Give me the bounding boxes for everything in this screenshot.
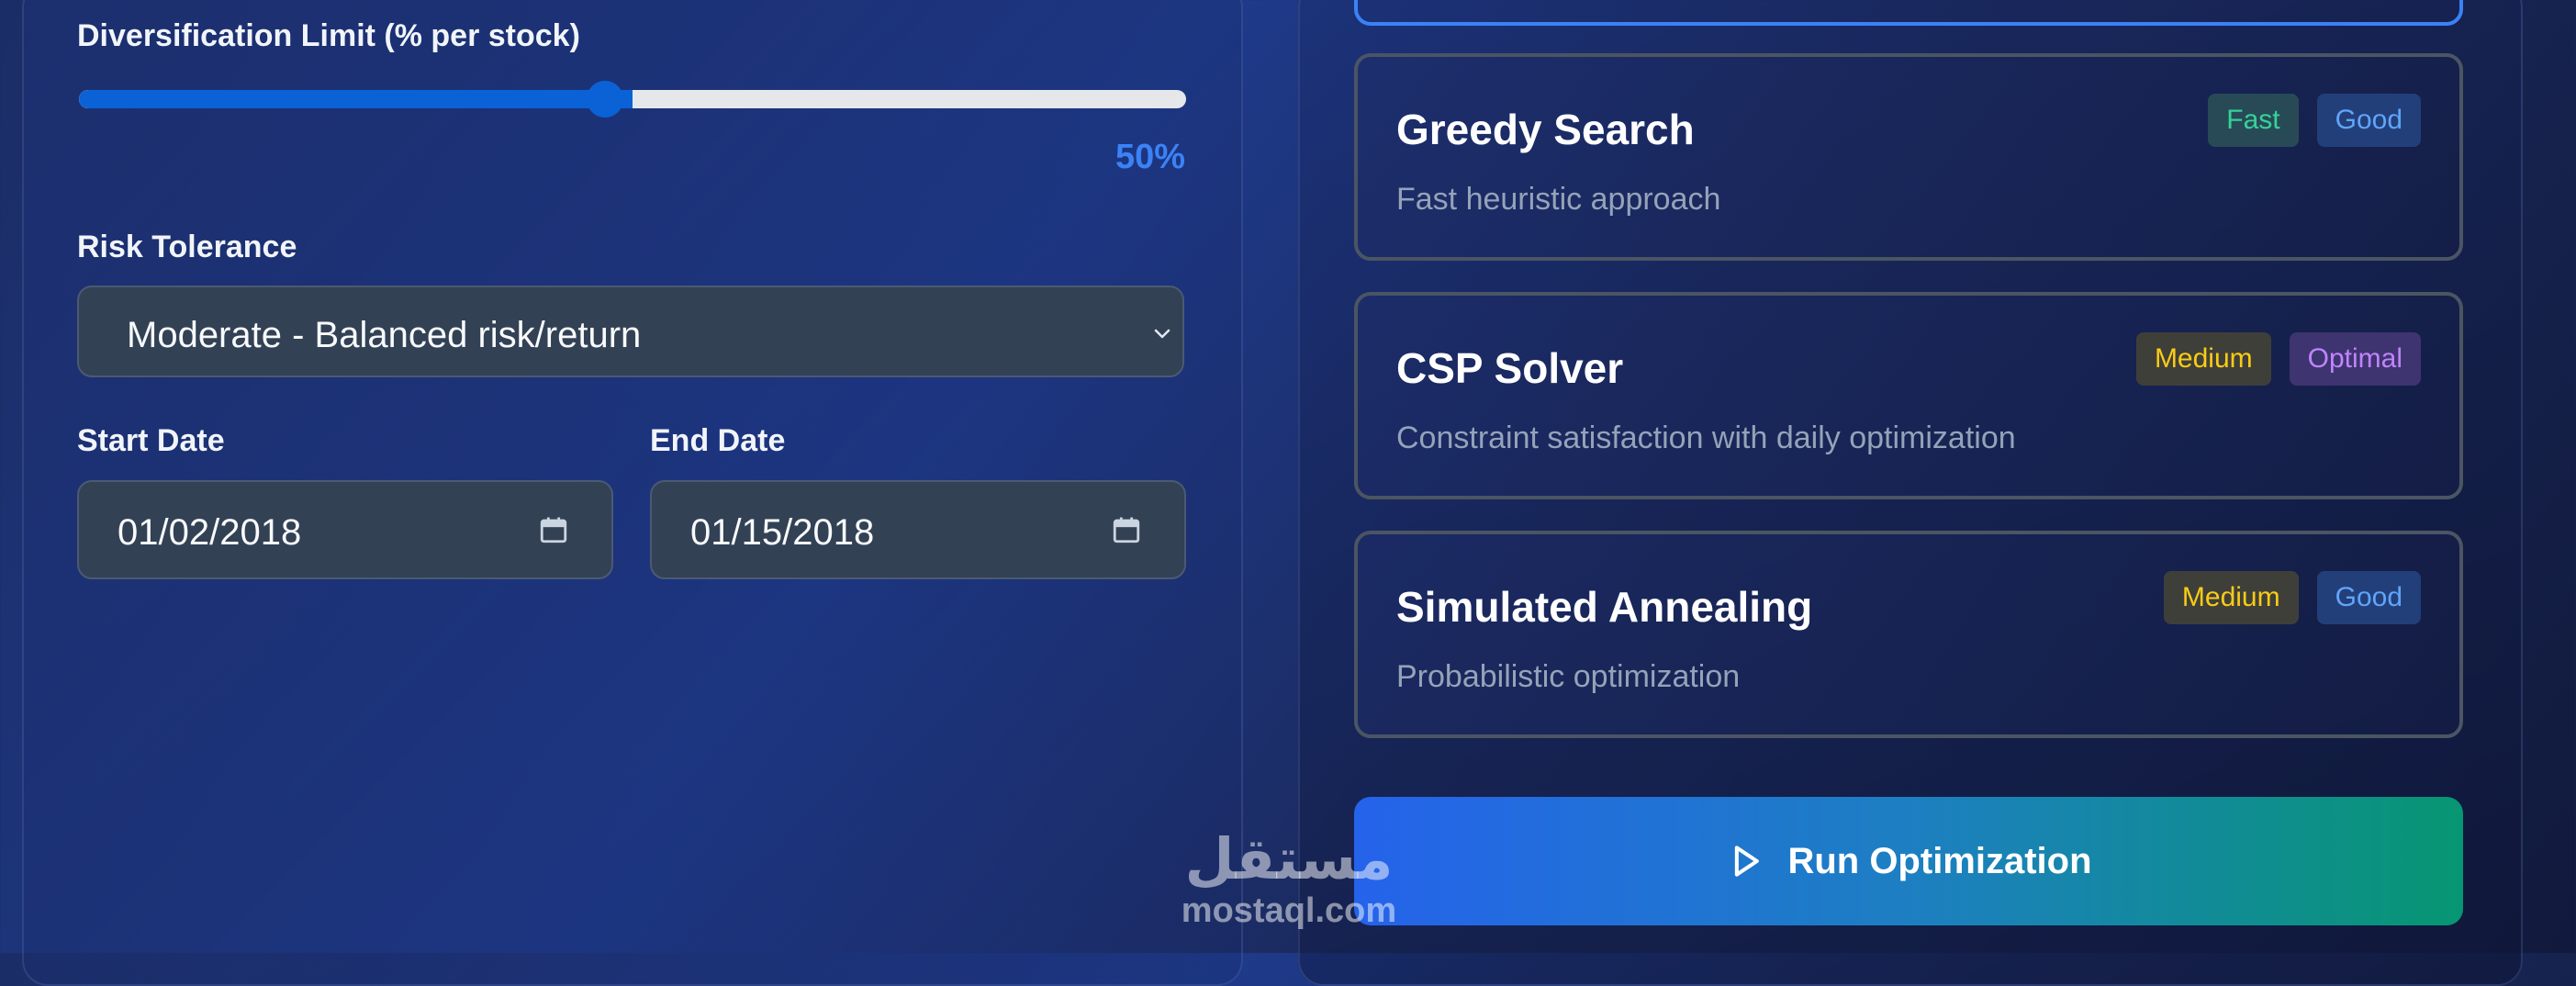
card-title: Simulated Annealing <box>1396 583 1813 631</box>
quality-badge: Optimal <box>2289 332 2421 386</box>
watermark-logo: مستقل mostaql.com <box>1162 826 1416 936</box>
end-date-label: End Date <box>650 423 786 458</box>
card-title: CSP Solver <box>1396 344 1624 392</box>
quality-badge: Good <box>2316 571 2421 624</box>
card-description: Fast heuristic approach <box>1396 182 1721 217</box>
start-date-label: Start Date <box>77 423 225 458</box>
selected-algorithm-card[interactable] <box>1354 0 2463 26</box>
algorithm-card-csp[interactable]: CSP Solver Constraint satisfaction with … <box>1354 292 2463 499</box>
slider-thumb[interactable] <box>587 81 623 118</box>
slider-fill <box>79 90 633 108</box>
watermark-latin: mostaql.com <box>1181 891 1397 930</box>
start-date-value: 01/02/2018 <box>118 512 302 553</box>
diversification-value: 50% <box>1114 138 1185 176</box>
risk-label: Risk Tolerance <box>77 230 297 264</box>
watermark-arabic: مستقل <box>1184 825 1394 892</box>
card-description: Probabilistic optimization <box>1396 659 1741 694</box>
algorithm-card-annealing[interactable]: Simulated Annealing Probabilistic optimi… <box>1354 531 2463 738</box>
diversification-slider[interactable] <box>79 90 1186 108</box>
end-date-value: 01/15/2018 <box>690 512 875 553</box>
speed-badge: Medium <box>2163 571 2299 624</box>
end-date-input[interactable]: 01/15/2018 <box>650 480 1186 579</box>
calendar-icon[interactable] <box>1111 513 1142 546</box>
speed-badge: Fast <box>2208 94 2299 147</box>
card-title: Greedy Search <box>1396 106 1695 153</box>
calendar-icon[interactable] <box>538 513 569 546</box>
risk-tolerance-select[interactable]: Moderate - Balanced risk/return <box>77 286 1184 377</box>
speed-badge: Medium <box>2135 332 2271 386</box>
diversification-label: Diversification Limit (% per stock) <box>77 18 580 53</box>
run-optimization-label: Run Optimization <box>1787 840 2092 881</box>
chevron-down-icon <box>1154 329 1170 339</box>
quality-badge: Good <box>2316 94 2421 147</box>
start-date-input[interactable]: 01/02/2018 <box>77 480 613 579</box>
card-description: Constraint satisfaction with daily optim… <box>1396 420 2016 455</box>
risk-selected-value: Moderate - Balanced risk/return <box>127 315 642 355</box>
play-icon <box>1735 846 1760 877</box>
algorithm-card-greedy[interactable]: Greedy Search Fast heuristic approach Fa… <box>1354 53 2463 261</box>
run-optimization-button[interactable]: Run Optimization <box>1354 797 2463 925</box>
